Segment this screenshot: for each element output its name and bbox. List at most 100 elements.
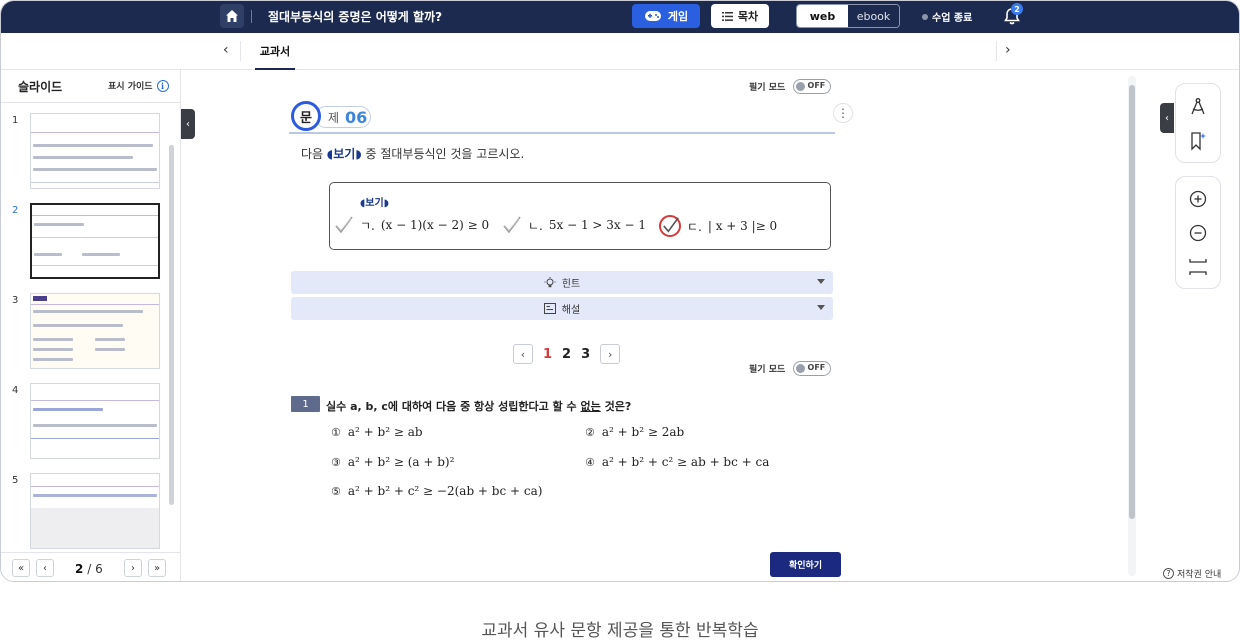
view-mode-switch: web ebook xyxy=(796,4,900,28)
problem-pill: 제 06 xyxy=(315,106,371,128)
slide-thumbnail-2[interactable] xyxy=(30,203,160,279)
bulb-icon xyxy=(544,276,556,287)
thumb-tag xyxy=(33,296,47,301)
game-button[interactable]: 게임 xyxy=(632,4,700,28)
compass-tool-button[interactable] xyxy=(1187,96,1209,118)
thumb-text xyxy=(95,338,125,341)
confirm-button[interactable]: 확인하기 xyxy=(770,552,841,577)
choice-number: ① xyxy=(331,425,341,439)
choice-1[interactable]: ① a² + b² ≥ ab xyxy=(331,425,423,439)
choice-number: ② xyxy=(585,425,595,439)
question-text-underlined: 없는 xyxy=(580,400,601,413)
note-icon xyxy=(543,303,556,314)
next-problem-button[interactable]: › xyxy=(600,344,621,364)
header-separator xyxy=(251,10,252,23)
copyright-link[interactable]: ? 저작권 안내 xyxy=(1163,567,1221,580)
slide-thumbnail-5[interactable] xyxy=(30,473,160,549)
check-icon xyxy=(335,216,353,234)
page-2[interactable]: 2 xyxy=(562,347,571,362)
thumb-line xyxy=(32,237,158,238)
slide-thumbnail-4[interactable] xyxy=(30,383,160,459)
prompt-after: 중 절대부등식인 것을 고르시오. xyxy=(365,147,525,161)
note-mode-switch[interactable]: OFF xyxy=(793,79,832,94)
display-guide-button[interactable]: 표시 가이드 i xyxy=(108,79,169,92)
explanation-accordion[interactable]: 해설 xyxy=(291,297,833,320)
note-mode-toggle-bottom[interactable]: 필기 모드 OFF xyxy=(749,361,832,376)
prev-problem-button[interactable]: ‹ xyxy=(513,344,533,364)
bogi-option-3[interactable]: ㄷ. | x + 3 |≥ 0 xyxy=(659,215,777,237)
page-1[interactable]: 1 xyxy=(543,347,552,362)
slide-thumbnail-1[interactable] xyxy=(30,113,160,189)
problem-prompt: 다음 ◖보기◗ 중 절대부등식인 것을 고르시오. xyxy=(301,145,524,162)
slide-thumbnail-3[interactable] xyxy=(30,293,160,369)
explanation-label: 해설 xyxy=(561,305,581,316)
last-slide-button[interactable]: » xyxy=(148,559,166,577)
bookmark-tool-button[interactable] xyxy=(1187,130,1209,152)
question-text-after: 것은? xyxy=(604,400,632,413)
thumb-line xyxy=(31,400,159,401)
tool-panel-top xyxy=(1175,83,1221,163)
thumb-text xyxy=(33,324,123,327)
main-scrollbar[interactable] xyxy=(1129,85,1135,519)
end-class-button[interactable]: 수업 종료 xyxy=(922,9,972,24)
thumb-text xyxy=(33,310,143,313)
question-text: 실수 a, b, c에 대하여 다음 중 항상 성립한다고 할 수 없는 것은? xyxy=(326,398,631,414)
tab-textbook[interactable]: 교과서 xyxy=(255,33,295,70)
toggle-state: OFF xyxy=(807,363,826,372)
note-mode-switch[interactable]: OFF xyxy=(793,361,832,376)
copyright-label: 저작권 안내 xyxy=(1177,570,1222,580)
thumb-text xyxy=(34,223,84,226)
thumb-text xyxy=(33,494,157,497)
thumb-text xyxy=(33,408,103,411)
prev-slide-button[interactable]: ‹ xyxy=(36,559,54,577)
page-3[interactable]: 3 xyxy=(581,347,590,362)
total-slides: 6 xyxy=(95,562,103,576)
problem-pagination: ‹ 1 2 3 › xyxy=(513,344,621,364)
thumb-line xyxy=(31,132,159,133)
thumb-text xyxy=(33,156,133,159)
first-slide-button[interactable]: « xyxy=(12,559,30,577)
next-slide-button[interactable]: › xyxy=(124,559,142,577)
prompt-bogi-tag: ◖보기◗ xyxy=(326,147,362,161)
more-options-button[interactable]: ⋮ xyxy=(833,103,853,123)
question-number: 1 xyxy=(291,396,320,412)
choice-2[interactable]: ② a² + b² ≥ 2ab xyxy=(585,425,684,439)
thumb-text xyxy=(82,253,120,256)
thumb-line xyxy=(31,438,159,439)
option-expression: (x − 1)(x − 2) ≥ 0 xyxy=(380,218,490,232)
zoom-in-button[interactable] xyxy=(1187,188,1209,210)
selected-check xyxy=(659,215,681,237)
current-slide: 2 xyxy=(75,562,84,576)
bogi-option-1[interactable]: ㄱ. (x − 1)(x − 2) ≥ 0 xyxy=(334,215,489,235)
problem-number: 06 xyxy=(345,107,368,127)
tab-prev-button[interactable]: ‹ xyxy=(223,42,229,58)
home-button[interactable] xyxy=(220,4,244,28)
thumb-line xyxy=(32,265,158,266)
lesson-title: 절대부등식의 증명은 어떻게 할까? xyxy=(268,10,443,24)
choice-5[interactable]: ⑤ a² + b² + c² ≥ −2(ab + bc + ca) xyxy=(331,484,542,498)
ebook-mode-option[interactable]: ebook xyxy=(848,5,899,27)
choice-3[interactable]: ③ a² + b² ≥ (a + b)² xyxy=(331,455,454,469)
slide-number: 4 xyxy=(12,385,19,396)
sidebar-title: 슬라이드 xyxy=(18,80,63,94)
home-icon xyxy=(226,10,238,22)
list-icon xyxy=(721,11,733,21)
hint-accordion[interactable]: 힌트 xyxy=(291,271,833,294)
fit-height-button[interactable] xyxy=(1187,256,1209,278)
thumb-line xyxy=(32,215,158,216)
collapse-sidebar-button[interactable]: ‹ xyxy=(181,109,195,139)
thumb-text xyxy=(33,358,73,361)
note-mode-toggle-top[interactable]: 필기 모드 OFF xyxy=(749,79,832,94)
web-mode-option[interactable]: web xyxy=(797,5,848,27)
collapse-tools-button[interactable]: ‹ xyxy=(1160,103,1174,133)
choice-4[interactable]: ④ a² + b² + c² ≥ ab + bc + ca xyxy=(585,455,769,469)
slide-sidebar: 슬라이드 표시 가이드 i 1 2 3 4 5 « ‹ 2 / 6 › » xyxy=(1,70,181,581)
toc-button[interactable]: 목차 xyxy=(711,4,769,28)
check-icon xyxy=(663,217,679,233)
thumb-text xyxy=(33,338,73,341)
bogi-option-2[interactable]: ㄴ. 5x − 1 > 3x − 1 xyxy=(502,215,646,235)
tab-next-button[interactable]: › xyxy=(1005,42,1011,58)
fit-height-icon xyxy=(1189,259,1207,275)
sidebar-scrollbar[interactable] xyxy=(169,145,174,505)
zoom-out-button[interactable] xyxy=(1187,222,1209,244)
